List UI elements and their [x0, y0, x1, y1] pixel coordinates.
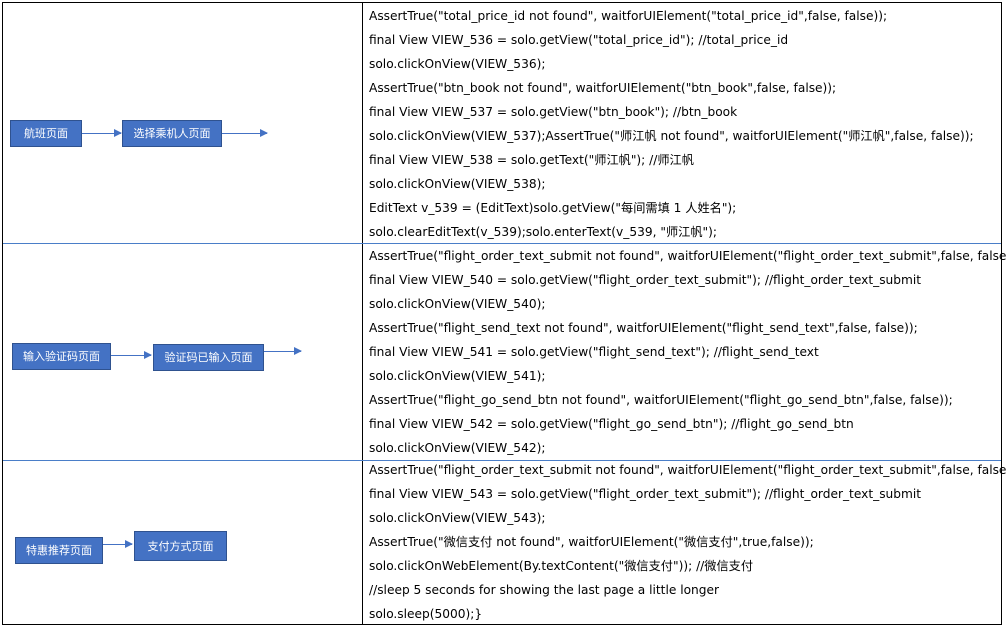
code-line: solo.clickOnWebElement(By.textContent("微…: [369, 559, 754, 573]
code-line: solo.sleep(5000);}: [369, 607, 483, 621]
input-code-page-box: 输入验证码页面: [12, 343, 111, 370]
special-offers-page-box: 特惠推荐页面: [15, 537, 103, 564]
code-line: solo.clickOnView(VIEW_540);: [369, 297, 546, 311]
code-line: solo.clickOnView(VIEW_538);: [369, 177, 546, 191]
code-block-1: AssertTrue("total_price_id not found", w…: [369, 4, 999, 244]
code-line: AssertTrue("btn_book not found", waitfor…: [369, 81, 837, 95]
flow-arrow-3: [111, 351, 152, 359]
code-line: AssertTrue("total_price_id not found", w…: [369, 9, 888, 23]
code-line: AssertTrue("flight_order_text_submit not…: [369, 463, 1007, 477]
code-line: solo.clickOnView(VIEW_537);AssertTrue("师…: [369, 129, 974, 143]
code-entered-page-box: 验证码已输入页面: [153, 344, 264, 371]
code-line: AssertTrue("flight_go_send_btn not found…: [369, 393, 953, 407]
code-line: final View VIEW_540 = solo.getView("flig…: [369, 273, 922, 287]
code-block-3: AssertTrue("flight_order_text_submit not…: [369, 458, 1007, 626]
column-divider: [362, 3, 363, 624]
code-line: solo.clickOnView(VIEW_541);: [369, 369, 546, 383]
flight-page-box: 航班页面: [10, 120, 82, 147]
code-line: AssertTrue("微信支付 not found", waitforUIEl…: [369, 535, 814, 549]
code-line: EditText v_539 = (EditText)solo.getView(…: [369, 201, 737, 215]
code-line: //sleep 5 seconds for showing the last p…: [369, 583, 720, 597]
select-passenger-page-box: 选择乘机人页面: [122, 120, 222, 147]
code-line: final View VIEW_537 = solo.getView("btn_…: [369, 105, 738, 119]
code-block-2: AssertTrue("flight_order_text_submit not…: [369, 244, 1007, 460]
code-line: final View VIEW_541 = solo.getView("flig…: [369, 345, 819, 359]
code-line: solo.clickOnView(VIEW_543);: [369, 511, 546, 525]
code-line: final View VIEW_538 = solo.getText("师江帆"…: [369, 153, 694, 167]
payment-method-page-box: 支付方式页面: [134, 531, 227, 561]
code-line: AssertTrue("flight_send_text not found",…: [369, 321, 918, 335]
flow-arrow-1: [82, 129, 122, 137]
flow-code-table: 航班页面 选择乘机人页面 AssertTrue("total_price_id …: [2, 2, 1007, 626]
code-line: solo.clearEditText(v_539);solo.enterText…: [369, 225, 717, 239]
code-line: final View VIEW_542 = solo.getView("flig…: [369, 417, 854, 431]
flow-arrow-4: [264, 347, 302, 355]
code-line: final View VIEW_536 = solo.getView("tota…: [369, 33, 789, 47]
flow-arrow-2: [222, 129, 268, 137]
flow-arrow-5: [103, 540, 133, 548]
code-line: solo.clickOnView(VIEW_542);: [369, 441, 546, 455]
code-line: solo.clickOnView(VIEW_536);: [369, 57, 546, 71]
code-line: AssertTrue("flight_order_text_submit not…: [369, 249, 1007, 263]
code-line: final View VIEW_543 = solo.getView("flig…: [369, 487, 922, 501]
